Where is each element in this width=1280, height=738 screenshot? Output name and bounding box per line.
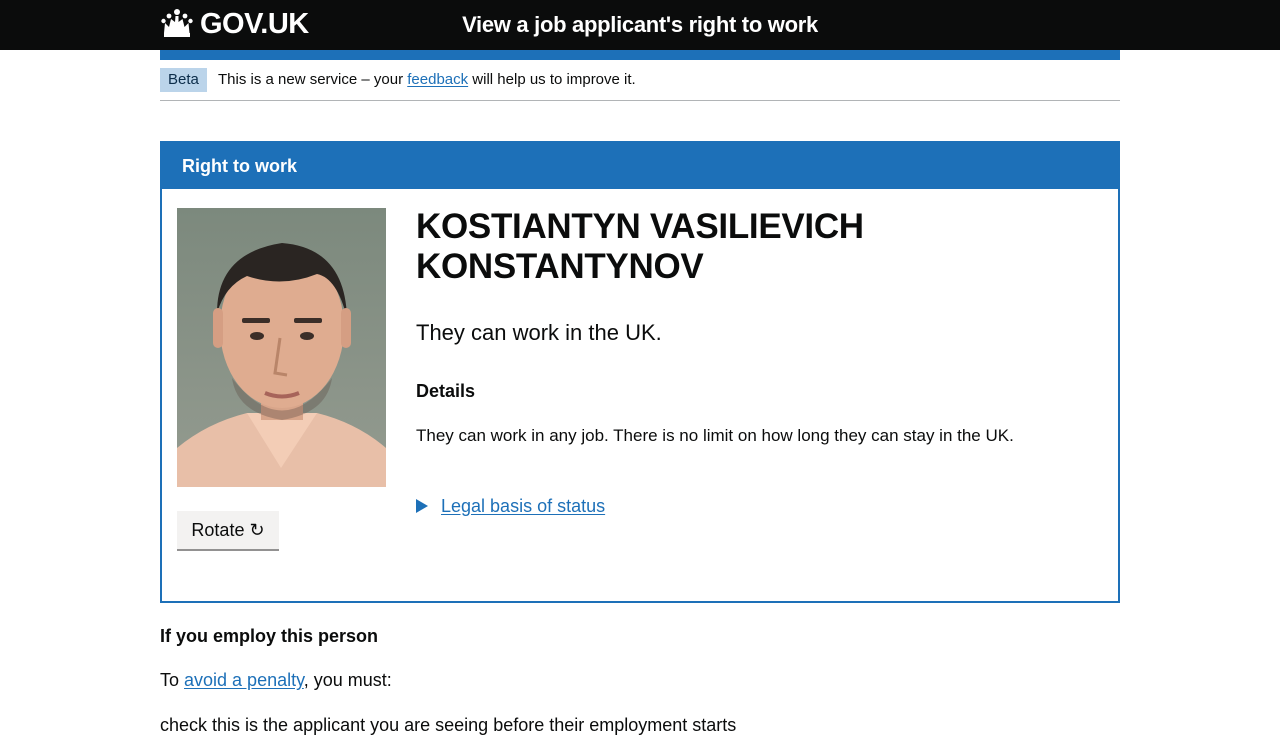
rotate-button[interactable]: Rotate ↻	[177, 511, 279, 549]
panel-header: Right to work	[162, 143, 1118, 189]
details-text: They can work in any job. There is no li…	[416, 426, 1014, 445]
header-container: View a job applicant's right to work GOV…	[160, 0, 1120, 50]
site-header: View a job applicant's right to work GOV…	[0, 0, 1280, 50]
employ-heading: If you employ this person	[160, 626, 379, 646]
cutoff-list-item: check this is the applicant you are seei…	[160, 715, 737, 735]
crown-icon	[160, 8, 194, 40]
logo-text: GOV.UK	[200, 7, 309, 40]
phase-text-before: This is a new service – your	[218, 71, 408, 88]
details-heading: Details	[416, 381, 476, 401]
rotate-icon: ↻	[249, 520, 265, 540]
feedback-link[interactable]: feedback	[407, 71, 468, 88]
phase-text: This is a new service – your feedback wi…	[218, 68, 636, 92]
legal-basis-link[interactable]: Legal basis of status	[441, 493, 605, 519]
header-blue-bar	[160, 50, 1120, 60]
rotate-label: Rotate	[191, 520, 245, 540]
avoid-penalty-link[interactable]: avoid a penalty	[184, 670, 304, 690]
applicant-name: KOSTIANTYN VASILIEVICH KONSTANTYNOV	[416, 207, 1076, 287]
applicant-name-line-1: KOSTIANTYN VASILIEVICH	[416, 207, 864, 246]
penalty-text: To avoid a penalty, you must:	[160, 667, 392, 693]
phase-banner: Beta This is a new service – your feedba…	[160, 68, 1120, 101]
panel-title: Right to work	[182, 156, 297, 176]
applicant-photo	[177, 208, 386, 487]
applicant-name-line-2: KONSTANTYNOV	[416, 247, 704, 286]
govuk-logo-link[interactable]: GOV.UK	[160, 6, 309, 42]
phase-text-after: will help us to improve it.	[468, 71, 636, 88]
penalty-text-before: To	[160, 670, 185, 690]
work-status: They can work in the UK.	[416, 320, 662, 345]
penalty-text-after: , you must:	[303, 670, 392, 690]
expand-triangle-icon[interactable]	[416, 499, 428, 513]
legal-basis-details[interactable]: Legal basis of status	[416, 493, 605, 519]
phase-tag: Beta	[160, 68, 207, 92]
right-to-work-panel: Right to work Rotate ↻ KOSTIANTYN VASILI…	[160, 141, 1120, 603]
